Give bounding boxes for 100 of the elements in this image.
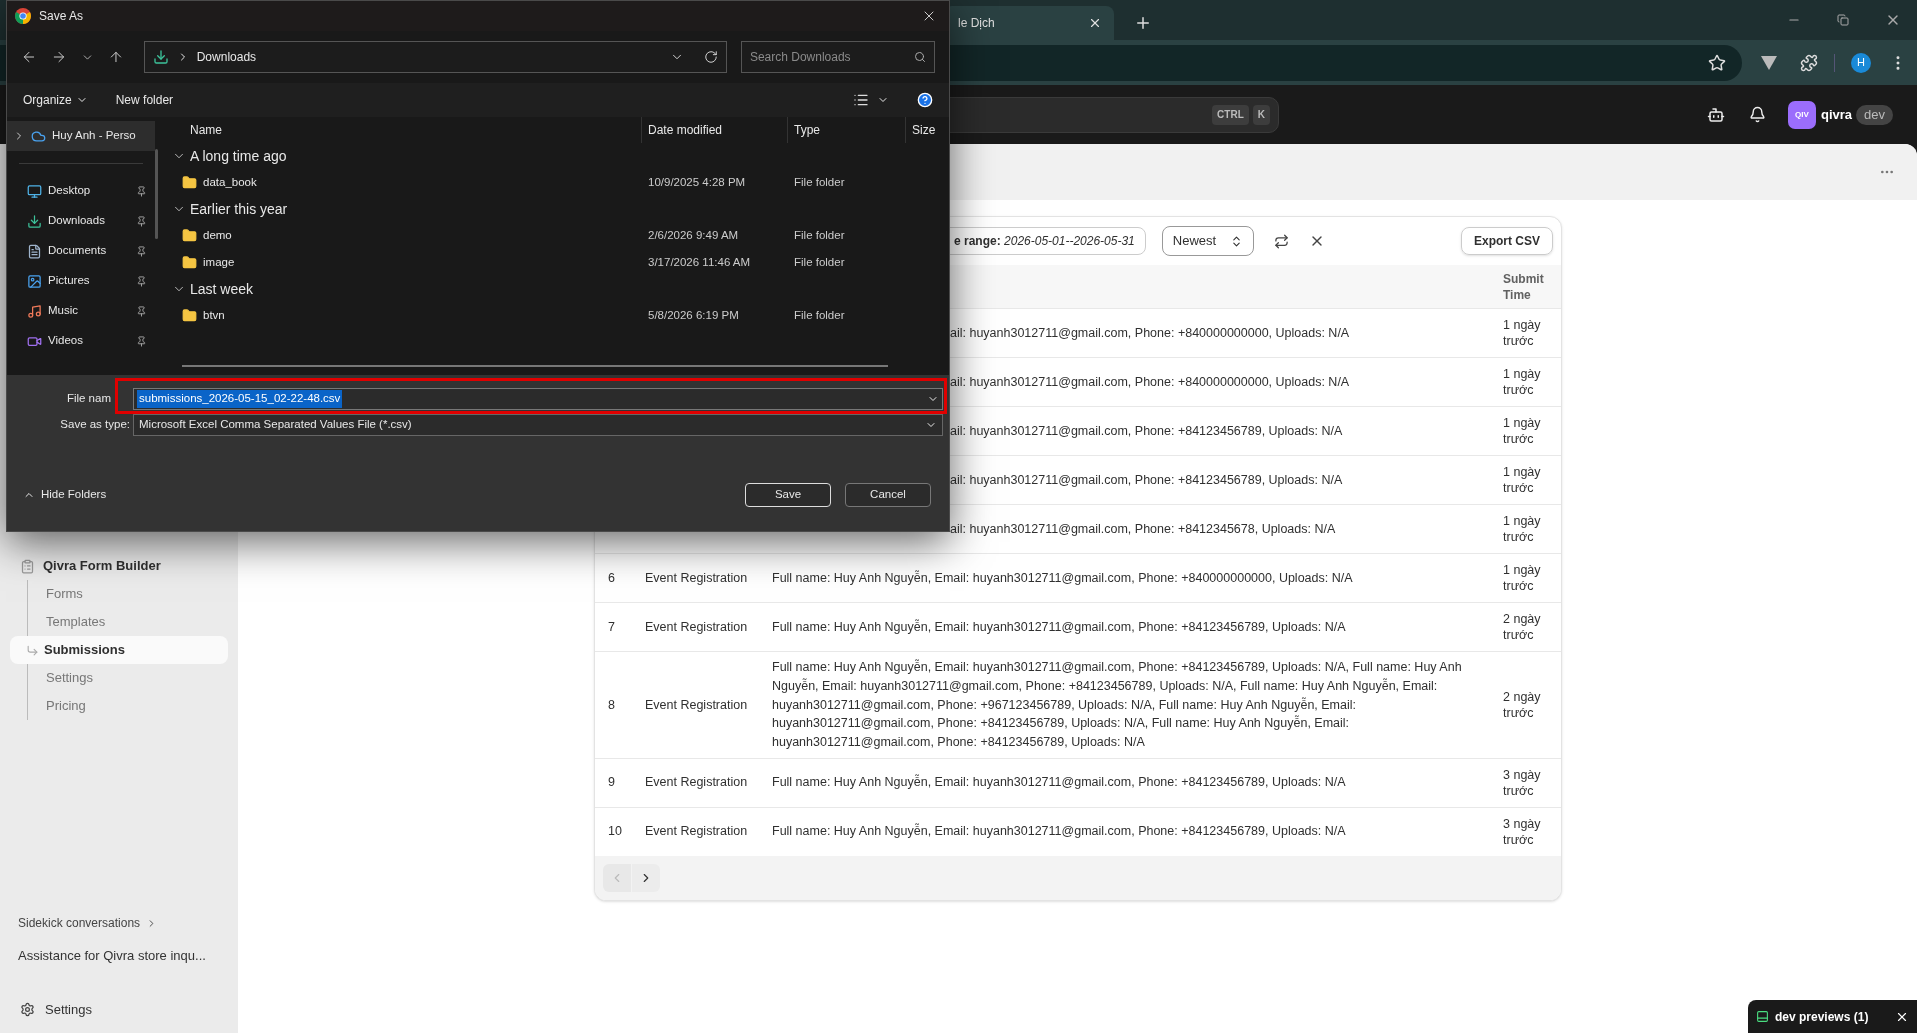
submit-time: 1 ngày trước: [1503, 513, 1542, 545]
save-type-dropdown[interactable]: Microsoft Excel Comma Separated Values File (*.csv): [133, 414, 943, 436]
refresh-icon[interactable]: [1273, 233, 1289, 249]
sidebar-item[interactable]: Pricing: [10, 692, 228, 720]
hide-folders-button[interactable]: Hide Folders: [23, 486, 107, 504]
download-icon: [152, 49, 169, 65]
folder-icon: [182, 175, 197, 190]
table-row[interactable]: 9 Event Registration Full name: Huy Anh Nguyễn, Email: huyanh3012711@gmail.com, Phone: +84123456789, Uploads: N/A 3 ngày trước: [595, 757, 1561, 807]
submit-time: 3 ngày trước: [1503, 766, 1542, 799]
group-header[interactable]: A long time ago: [170, 143, 949, 169]
app-nav-item[interactable]: Qivra Form Builder: [10, 552, 228, 580]
back-icon[interactable]: [21, 49, 37, 65]
extensions-icon[interactable]: [1800, 53, 1819, 72]
cloud-icon: [31, 128, 46, 144]
settings-link[interactable]: Settings: [10, 999, 228, 1019]
dialog-title: Save As: [39, 8, 84, 25]
table-row[interactable]: 8 Event Registration Full name: Huy Anh Nguyễn, Email: huyanh3012711@gmail.com, Phone: +84123456789, Uploads: N/A, Full name: Huy Anh Nguyễn, Email: huyanh3012711@gmail.com, Phone: +84123456789, Uploads: N/A, Full name: Huy Anh Nguyễn, Email: huyanh3012711@gmail.com, Phone: +967123456789, Uploads: N/A, Full name: Huy Anh Nguyễn, Email: huyanh3012711@gmail.com, Phone: +84123456789, Uploads: N/A, Full name: Huy Anh Nguyễn, Email: huyanh3012711@gmail.com, Phone: +84123456789, Uploads: N/A 2 ngày trước: [595, 651, 1561, 758]
profile-avatar[interactable]: H: [1851, 52, 1872, 73]
group-header[interactable]: Earlier this year: [170, 196, 949, 222]
details-text: ail: huyanh3012711@gmail.com, Phone: +84123456789, Uploads: N/A: [950, 423, 1343, 438]
folder-icon: [182, 308, 197, 323]
file-row[interactable]: data_book 10/9/2025 4:28 PM File folder: [170, 169, 949, 196]
conversation-item[interactable]: Assistance for Qivra store inqu...: [10, 946, 228, 966]
refresh-icon[interactable]: [703, 50, 718, 64]
robot-icon[interactable]: [1706, 105, 1725, 124]
shortcut-key: CTRL: [1212, 104, 1249, 125]
nav-item[interactable]: Desktop: [7, 176, 155, 206]
details-text: ail: huyanh3012711@gmail.com, Phone: +840000000000, Uploads: N/A: [950, 374, 1350, 389]
bookmark-star-icon[interactable]: [1708, 53, 1727, 72]
file-name-value: submissions_2026-05-15_02-22-48.csv: [137, 390, 343, 408]
new-folder-button[interactable]: New folder: [115, 91, 174, 109]
submit-time: 1 ngày trước: [1503, 415, 1542, 447]
gear-icon: [20, 1001, 35, 1017]
clipboard-icon: [20, 558, 35, 574]
sidebar-item[interactable]: Submissions: [10, 636, 228, 664]
submit-time: 2 ngày trước: [1503, 688, 1542, 721]
folder-icon: [182, 228, 197, 243]
nav-item[interactable]: Pictures: [7, 266, 155, 296]
monitor-icon: [27, 183, 42, 199]
submit-time: 1 ngày trước: [1503, 464, 1542, 496]
path-text: Downloads: [196, 49, 257, 66]
cancel-button[interactable]: Cancel: [845, 483, 931, 507]
panel-icon: [1756, 1010, 1769, 1023]
details-text: ail: huyanh3012711@gmail.com, Phone: +840000000000, Uploads: N/A: [950, 325, 1350, 340]
view-options-button[interactable]: [853, 92, 889, 108]
env-badge: dev: [1856, 104, 1893, 125]
submit-time: 2 ngày trước: [1503, 611, 1542, 643]
details-text: Full name: Huy Anh Nguyễn, Email: huyanh3012711@gmail.com, Phone: +840000000000, Uploads: N/A: [772, 570, 1353, 585]
nav-item[interactable]: Videos: [7, 326, 155, 356]
list-view-icon: [853, 92, 869, 108]
file-name-field[interactable]: submissions_2026-05-15_02-22-48.csv: [133, 388, 943, 410]
bell-icon[interactable]: [1748, 106, 1766, 123]
sidekick-link[interactable]: Sidekick conversations: [10, 914, 228, 932]
search-field[interactable]: Search Downloads: [740, 41, 935, 73]
sidebar-item[interactable]: Templates: [10, 608, 228, 636]
column-header[interactable]: Name: [170, 117, 642, 143]
help-icon[interactable]: [917, 92, 933, 108]
details-text: Full name: Huy Anh Nguyễn, Email: huyanh3012711@gmail.com, Phone: +84123456789, Uploads: N/A: [772, 775, 1346, 790]
address-bar[interactable]: Downloads: [143, 41, 727, 73]
file-name-label: File nam: [65, 391, 112, 407]
group-header[interactable]: Last week: [170, 276, 949, 302]
dev-previews-bar[interactable]: dev previews (1): [1748, 1000, 1917, 1033]
column-header[interactable]: Date modified: [642, 117, 788, 143]
v-logo-icon[interactable]: [1760, 54, 1779, 71]
submit-time: 1 ngày trước: [1503, 562, 1542, 594]
column-header: Submit Time: [1503, 270, 1545, 303]
submit-time: 1 ngày trước: [1503, 366, 1542, 398]
save-type-label: Save as type:: [59, 417, 131, 433]
table-row[interactable]: 7 Event Registration Full name: Huy Anh Nguyễn, Email: huyanh3012711@gmail.com, Phone: +84123456789, Uploads: N/A 2 ngày trước: [595, 602, 1561, 651]
shortcut-key: K: [1252, 104, 1270, 125]
download-icon: [27, 213, 42, 229]
organize-button[interactable]: Organize: [23, 91, 88, 109]
details-text: ail: huyanh3012711@gmail.com, Phone: +8412345678, Uploads: N/A: [950, 521, 1336, 536]
export-csv-button[interactable]: Export CSV: [1461, 227, 1553, 255]
document-icon: [27, 243, 42, 259]
table-row[interactable]: 6 Event Registration Full name: Huy Anh Nguyễn, Email: huyanh3012711@gmail.com, Phone: +840000000000, Uploads: N/A 1 ngày trước: [595, 553, 1561, 602]
folder-icon: [182, 255, 197, 270]
nav-item[interactable]: Music: [7, 296, 155, 326]
corner-arrow-icon: [26, 643, 39, 657]
table-row[interactable]: 10 Event Registration Full name: Huy Anh Nguyễn, Email: huyanh3012711@gmail.com, Phone: +84123456789, Uploads: N/A 3 ngày trước: [595, 806, 1561, 856]
details-text: Full name: Huy Anh Nguyễn, Email: huyanh3012711@gmail.com, Phone: +84123456789, Uploads: N/A: [772, 824, 1346, 839]
sidebar-item[interactable]: Forms: [10, 580, 228, 608]
restore-icon[interactable]: [1837, 14, 1849, 26]
image-icon: [27, 273, 42, 289]
new-tab-icon[interactable]: [1134, 14, 1152, 32]
column-header[interactable]: Type: [788, 117, 906, 143]
search-icon: [914, 51, 926, 63]
column-header[interactable]: Size: [906, 117, 949, 143]
store-badge[interactable]: QIV: [1787, 100, 1816, 129]
sidebar-item[interactable]: Settings: [10, 664, 228, 692]
store-name: qivra: [1820, 105, 1853, 124]
save-button[interactable]: Save: [745, 483, 831, 507]
nav-item[interactable]: Documents: [7, 236, 155, 266]
nav-item[interactable]: Downloads: [7, 206, 155, 236]
sort-select[interactable]: Newest: [1161, 226, 1254, 256]
submit-time: 3 ngày trước: [1503, 815, 1542, 848]
nav-item[interactable]: Huy Anh - Perso: [7, 121, 155, 151]
details-text: Full name: Huy Anh Nguyễn, Email: huyanh3012711@gmail.com, Phone: +84123456789, Uploads: N/A, Full name: Huy Anh Nguyễn, Email: huyanh3012711@gmail.com, Phone: +84123456789, Uploads: N/A, Full name: Huy Anh Nguyễn, Email: huyanh3012711@gmail.com, Phone: +967123456789, Uploads: N/A, Full name: Huy Anh Nguyễn, Email: huyanh3012711@gmail.com, Phone: +84123456789, Uploads: N/A, Full name: Huy Anh Nguyễn, Email: huyanh3012711@gmail.com, Phone: +84123456789, Uploads: N/A: [772, 660, 1462, 749]
close-icon[interactable]: [1088, 16, 1102, 30]
search-placeholder: Search Downloads: [749, 49, 852, 66]
